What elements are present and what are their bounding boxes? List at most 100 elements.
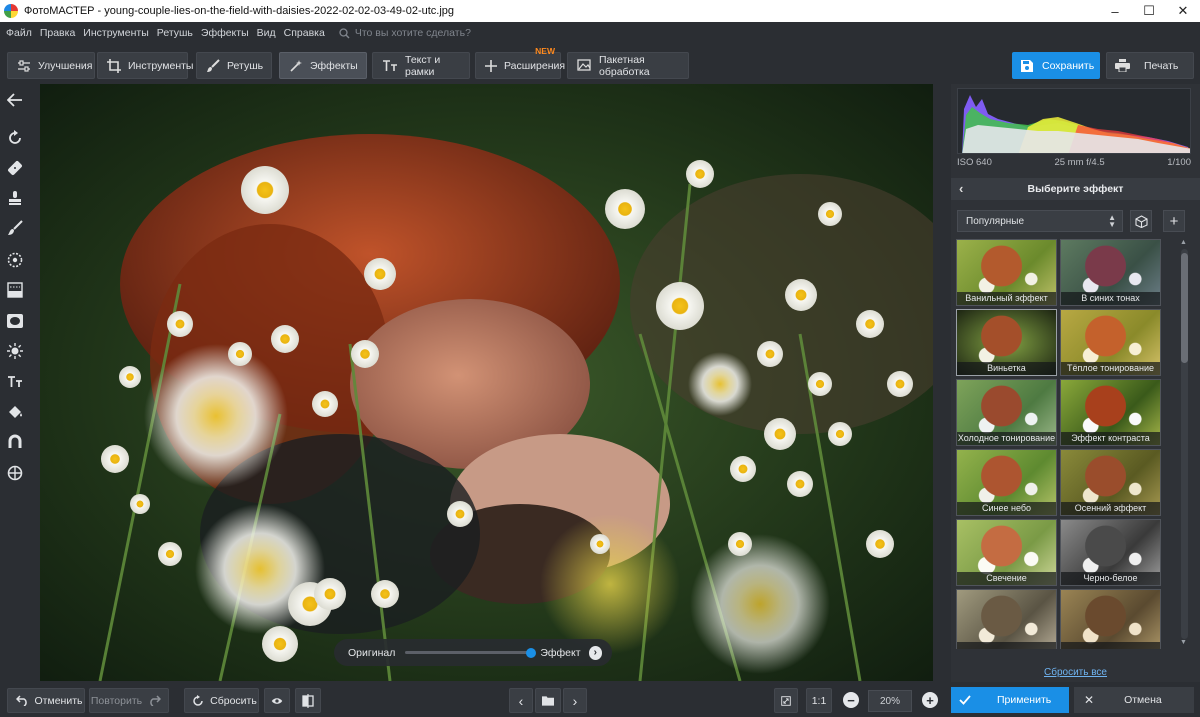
effect-strength-slider[interactable] xyxy=(405,648,537,658)
vignette-icon[interactable] xyxy=(5,311,25,331)
add-effect-button[interactable]: + xyxy=(1163,210,1185,232)
improve-tab[interactable]: Улучшения xyxy=(7,52,95,79)
apply-button[interactable]: Применить xyxy=(951,687,1069,713)
zoom-in-button[interactable]: + xyxy=(922,692,938,708)
retouch-tab[interactable]: Ретушь xyxy=(196,52,272,79)
plus-icon: + xyxy=(1169,212,1179,230)
stamp-icon[interactable] xyxy=(5,188,25,208)
menu-view[interactable]: Вид xyxy=(257,27,276,39)
plus-icon: + xyxy=(926,692,934,708)
scrollbar-thumb[interactable] xyxy=(1181,253,1188,363)
target-icon[interactable] xyxy=(5,463,25,483)
text-frames-tab[interactable]: Текст и рамки xyxy=(372,52,470,79)
effects-tab-label: Эффекты xyxy=(310,59,358,72)
photo-canvas[interactable] xyxy=(40,84,933,681)
paint-brush-icon[interactable] xyxy=(5,218,25,238)
effect-label: Эффект xyxy=(540,646,581,659)
next-photo-button[interactable]: › xyxy=(563,688,587,713)
effect-label xyxy=(957,642,1056,649)
scroll-up-icon[interactable]: ▲ xyxy=(1180,239,1187,246)
minimize-icon[interactable]: – xyxy=(1098,0,1132,22)
scroll-down-icon[interactable]: ▼ xyxy=(1180,639,1187,646)
search-field[interactable]: Что вы хотите сделать? xyxy=(339,27,471,39)
effect-tile-warm[interactable]: Тёплое тонирование xyxy=(1060,309,1161,376)
effect-category-select[interactable]: Популярные ▲ ▼ xyxy=(957,210,1123,232)
before-after-slider: Оригинал Эффект › xyxy=(334,639,612,666)
light-sun-icon[interactable] xyxy=(5,341,25,361)
zoom-out-button[interactable]: − xyxy=(843,692,859,708)
tools-tab[interactable]: Инструменты xyxy=(97,52,193,79)
cancel-button[interactable]: ✕ Отмена xyxy=(1074,687,1194,713)
maximize-icon[interactable]: ☐ xyxy=(1132,0,1166,22)
effect-label: В синих тонах xyxy=(1061,292,1160,305)
effects-side-panel: ISO 640 25 mm f/4.5 1/100 ‹ Выберите эфф… xyxy=(951,84,1200,682)
save-button[interactable]: Сохранить xyxy=(1012,52,1100,79)
batch-processing-label: Пакетная обработка xyxy=(599,53,650,78)
effect-tile-sepia[interactable] xyxy=(956,589,1057,649)
extensions-tab[interactable]: Расширения NEW xyxy=(475,46,565,79)
open-folder-button[interactable] xyxy=(535,688,561,713)
batch-processing-button[interactable]: Пакетная обработка xyxy=(567,52,689,79)
effect-tile-contrast[interactable]: Эффект контраста xyxy=(1060,379,1161,446)
preview-eye-button[interactable] xyxy=(264,688,290,713)
effect-tile-vignette[interactable]: Виньетка xyxy=(956,309,1057,376)
healing-patch-icon[interactable] xyxy=(5,158,25,178)
effect-tile-autumn[interactable]: Осенний эффект xyxy=(1060,449,1161,516)
menu-retouch[interactable]: Ретушь xyxy=(157,27,193,39)
effects-scrollbar[interactable]: ▲ ▼ xyxy=(1179,239,1189,649)
redo-button[interactable]: Повторить xyxy=(89,688,169,713)
apply-label: Применить xyxy=(997,694,1052,706)
plus-icon xyxy=(485,59,497,72)
effect-tile-black-white[interactable]: Черно-белое xyxy=(1060,519,1161,586)
undo-label: Отменить xyxy=(34,694,83,707)
effect-label xyxy=(1061,642,1160,649)
previous-photo-button[interactable]: ‹ xyxy=(509,688,533,713)
undo-button[interactable]: Отменить xyxy=(7,688,85,713)
text-tool-icon[interactable] xyxy=(5,372,25,392)
effect-tile-glow[interactable]: Свечение xyxy=(956,519,1057,586)
effects-tab[interactable]: Эффекты xyxy=(279,52,367,79)
chevron-left-icon: ‹ xyxy=(518,692,524,709)
tools-tab-label: Инструменты xyxy=(128,59,194,72)
magnet-icon[interactable] xyxy=(5,432,25,452)
compare-split-button[interactable] xyxy=(295,688,321,713)
rotate-icon[interactable] xyxy=(5,128,25,148)
slider-knob[interactable] xyxy=(526,648,537,658)
effect-tile-vanilla[interactable]: Ванильный эффект xyxy=(956,239,1057,306)
search-icon xyxy=(339,27,350,38)
floppy-disk-icon xyxy=(1021,59,1033,72)
zoom-level[interactable]: 20% xyxy=(868,690,912,712)
3d-lut-button[interactable] xyxy=(1130,210,1152,232)
effect-tile-blue-sky[interactable]: Синее небо xyxy=(956,449,1057,516)
menu-file[interactable]: Файл xyxy=(6,27,32,39)
effect-label: Черно-белое xyxy=(1061,572,1160,585)
exif-info: ISO 640 25 mm f/4.5 1/100 xyxy=(957,154,1191,170)
effect-tile-cold[interactable]: Холодное тонирование xyxy=(956,379,1057,446)
histogram xyxy=(957,88,1191,154)
radial-filter-icon[interactable] xyxy=(5,250,25,270)
reset-all-link[interactable]: Сбросить все xyxy=(951,667,1200,678)
menu-effects[interactable]: Эффекты xyxy=(201,27,249,39)
close-icon[interactable]: ✕ xyxy=(1166,0,1200,22)
chevron-right-icon[interactable]: › xyxy=(588,645,602,660)
actual-size-button[interactable]: 1:1 xyxy=(806,688,832,713)
paint-bucket-icon[interactable] xyxy=(5,402,25,422)
menu-edit[interactable]: Правка xyxy=(40,27,75,39)
menu-tools[interactable]: Инструменты xyxy=(83,27,148,39)
print-button[interactable]: Печать xyxy=(1106,52,1194,79)
print-button-label: Печать xyxy=(1144,59,1179,72)
reset-button[interactable]: Сбросить xyxy=(184,688,259,713)
minus-icon: − xyxy=(847,692,855,708)
chevron-left-icon[interactable]: ‹ xyxy=(959,181,963,196)
checkmark-icon xyxy=(959,695,971,705)
menu-help[interactable]: Справка xyxy=(284,27,325,39)
cancel-label: Отмена xyxy=(1124,694,1162,706)
back-arrow-icon[interactable] xyxy=(5,90,25,110)
lens-value: 25 mm f/4.5 xyxy=(1054,156,1105,168)
effect-tile-sepia-warm[interactable] xyxy=(1060,589,1161,649)
gradient-filter-icon[interactable] xyxy=(5,280,25,300)
effect-tile-blue-tones[interactable]: В синих тонах xyxy=(1060,239,1161,306)
effects-grid: Ванильный эффект В синих тонах Виньетка … xyxy=(956,239,1165,649)
folder-icon xyxy=(542,696,554,706)
fit-screen-button[interactable] xyxy=(774,688,798,713)
